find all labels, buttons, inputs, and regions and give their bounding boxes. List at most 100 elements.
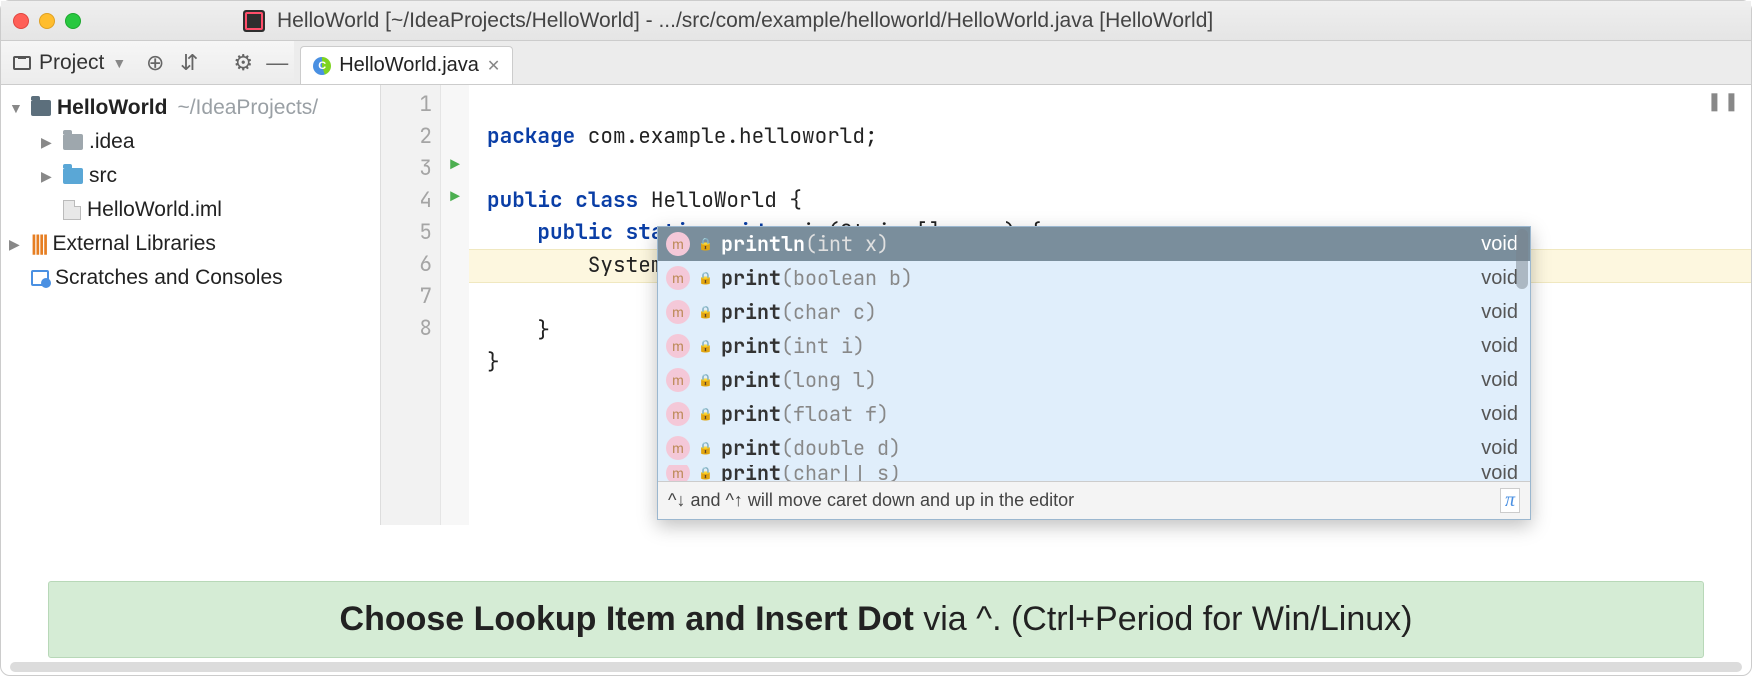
return-type: void — [1481, 301, 1518, 324]
collapse-all-button[interactable]: ⇵ — [172, 46, 206, 80]
completion-item[interactable]: m🔒println(int x)void — [658, 227, 1530, 261]
tree-label: External Libraries — [53, 232, 216, 256]
line-number[interactable]: 1 — [381, 89, 432, 121]
method-badge-icon: m — [666, 232, 690, 256]
project-icon — [13, 56, 31, 70]
expand-arrow-icon[interactable]: ▼ — [9, 100, 25, 116]
return-type: void — [1481, 267, 1518, 290]
run-method-icon[interactable]: ▶ — [441, 181, 469, 213]
project-tool-window-button[interactable]: Project ▼ — [1, 51, 138, 75]
code-text: } — [487, 349, 500, 376]
tip-banner: Choose Lookup Item and Insert Dot via ^.… — [48, 581, 1704, 658]
settings-button[interactable]: ⚙ — [226, 46, 260, 80]
line-number-gutter[interactable]: 1 2 3 4 5 6 7 8 — [381, 85, 441, 525]
window-zoom-button[interactable] — [65, 13, 81, 29]
expand-arrow-icon[interactable]: ▶ — [41, 134, 57, 151]
run-class-icon[interactable]: ▶ — [441, 149, 469, 181]
keyword: public — [537, 219, 613, 246]
return-type: void — [1481, 465, 1518, 481]
intellij-app-icon — [243, 10, 265, 32]
tree-label: .idea — [89, 130, 135, 154]
tree-root-name: HelloWorld — [57, 96, 167, 120]
keyword: class — [575, 187, 638, 214]
java-class-icon — [313, 57, 331, 75]
window-minimize-button[interactable] — [39, 13, 55, 29]
code-text: HelloWorld { — [638, 187, 802, 214]
tab-filename: HelloWorld.java — [339, 54, 479, 77]
completion-item[interactable]: m🔒print(boolean b)void — [658, 261, 1530, 295]
visibility-icon: 🔒 — [698, 406, 713, 422]
visibility-icon: 🔒 — [698, 440, 713, 456]
window-titlebar: HelloWorld [~/IdeaProjects/HelloWorld] -… — [1, 1, 1751, 41]
project-tree[interactable]: ▼ HelloWorld ~/IdeaProjects/ ▶ .idea ▶ s… — [1, 85, 381, 525]
keyword: package — [487, 123, 575, 150]
visibility-icon: 🔒 — [698, 270, 713, 286]
window-close-button[interactable] — [13, 13, 29, 29]
method-badge-icon: m — [666, 334, 690, 358]
completion-item[interactable]: m🔒print(long l)void — [658, 363, 1530, 397]
visibility-icon: 🔒 — [698, 304, 713, 320]
tree-item-external-libraries[interactable]: ▶ |||| External Libraries — [1, 227, 380, 261]
code-text: com.example.helloworld; — [575, 123, 877, 150]
hide-tool-window-button[interactable]: — — [260, 46, 294, 80]
completion-item[interactable]: m🔒print(int i)void — [658, 329, 1530, 363]
close-tab-icon[interactable]: ✕ — [487, 56, 500, 76]
folder-icon — [63, 134, 83, 150]
tree-item-idea[interactable]: ▶ .idea — [1, 125, 380, 159]
window-title: HelloWorld [~/IdeaProjects/HelloWorld] -… — [277, 9, 1213, 33]
method-badge-icon: m — [666, 266, 690, 290]
project-label: Project — [39, 51, 104, 75]
expand-arrow-icon[interactable]: ▶ — [9, 236, 25, 253]
tree-root[interactable]: ▼ HelloWorld ~/IdeaProjects/ — [1, 91, 380, 125]
editor-tab-bar: HelloWorld.java ✕ — [294, 41, 1751, 84]
tip-bold: Choose Lookup Item and Insert Dot — [340, 600, 914, 638]
iml-file-icon — [63, 200, 81, 220]
completion-item[interactable]: m🔒print(char[] s)void — [658, 465, 1530, 481]
tree-item-src[interactable]: ▶ src — [1, 159, 380, 193]
tree-item-scratches[interactable]: Scratches and Consoles — [1, 261, 380, 295]
toolbar: Project ▼ ⊕ ⇵ ⚙ — HelloWorld.java ✕ — [1, 41, 1751, 85]
code-completion-popup[interactable]: m🔒println(int x)voidm🔒print(boolean b)vo… — [657, 226, 1531, 520]
method-badge-icon: m — [666, 402, 690, 426]
line-number[interactable]: 2 — [381, 121, 432, 153]
tree-label: HelloWorld.iml — [87, 198, 222, 222]
locate-file-button[interactable]: ⊕ — [138, 46, 172, 80]
tip-rest: via ^. (Ctrl+Period for Win/Linux) — [914, 600, 1413, 638]
popup-hint-bar: ^↓ and ^↑ will move caret down and up in… — [658, 481, 1530, 519]
tree-item-iml[interactable]: HelloWorld.iml — [1, 193, 380, 227]
source-folder-icon — [63, 168, 83, 184]
horizontal-scrollbar[interactable] — [10, 662, 1742, 672]
completion-item[interactable]: m🔒print(char c)void — [658, 295, 1530, 329]
editor-tab-helloworld[interactable]: HelloWorld.java ✕ — [300, 46, 513, 84]
line-number[interactable]: 3 — [381, 153, 432, 185]
line-number[interactable]: 6 — [381, 249, 432, 281]
line-number[interactable]: 8 — [381, 313, 432, 345]
line-number[interactable]: 7 — [381, 281, 432, 313]
return-type: void — [1481, 403, 1518, 426]
scratches-icon — [31, 270, 49, 286]
method-badge-icon: m — [666, 368, 690, 392]
expand-arrow-icon[interactable]: ▶ — [41, 168, 57, 185]
visibility-icon: 🔒 — [698, 338, 713, 354]
tree-label: src — [89, 164, 117, 188]
return-type: void — [1481, 437, 1518, 460]
return-type: void — [1481, 233, 1518, 256]
popup-scrollbar[interactable] — [1516, 229, 1528, 289]
line-number[interactable]: 4 — [381, 185, 432, 217]
line-number[interactable]: 5 — [381, 217, 432, 249]
keyword: public — [487, 187, 563, 214]
method-badge-icon: m — [666, 465, 690, 481]
pi-settings-icon[interactable]: π — [1500, 488, 1520, 513]
visibility-icon: 🔒 — [698, 372, 713, 388]
visibility-icon: 🔒 — [698, 465, 713, 481]
chevron-down-icon: ▼ — [112, 55, 126, 71]
completion-item[interactable]: m🔒print(double d)void — [658, 431, 1530, 465]
code-text: } — [487, 317, 550, 344]
return-type: void — [1481, 335, 1518, 358]
popup-hint-text: ^↓ and ^↑ will move caret down and up in… — [668, 490, 1074, 511]
inspections-indicator-icon[interactable]: ❚❚ — [1707, 91, 1741, 112]
return-type: void — [1481, 369, 1518, 392]
completion-item[interactable]: m🔒print(float f)void — [658, 397, 1530, 431]
visibility-icon: 🔒 — [698, 236, 713, 252]
tree-label: Scratches and Consoles — [55, 266, 283, 290]
